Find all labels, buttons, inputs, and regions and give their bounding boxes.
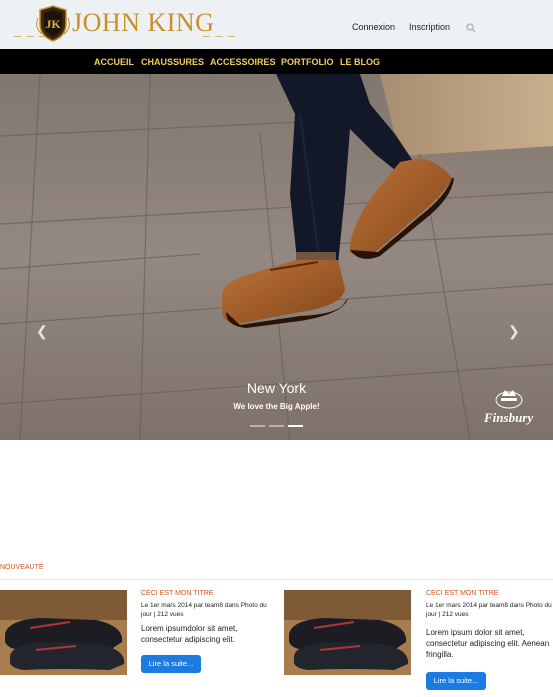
- chevron-left-icon[interactable]: ❮: [36, 323, 48, 340]
- carousel-indicator-2[interactable]: [269, 425, 284, 427]
- brand-crest-icon: [495, 390, 523, 409]
- crest-logo-icon[interactable]: JK: [36, 4, 70, 42]
- hero-subtitle: We love the Big Apple!: [233, 402, 320, 411]
- read-more-button[interactable]: Lire la suite...: [141, 655, 201, 673]
- news-card-title[interactable]: CECI EST MON TITRE: [426, 590, 498, 597]
- carousel-indicator-1[interactable]: [250, 425, 265, 427]
- chevron-right-icon[interactable]: ❯: [508, 323, 520, 340]
- news-card-excerpt: Lorem ipsum dolor sit amet, consectetur …: [426, 628, 550, 659]
- read-more-button[interactable]: Lire la suite...: [426, 672, 486, 690]
- section-label: NOUVEAUTÉ: [0, 564, 44, 571]
- svg-text:JK: JK: [45, 17, 61, 31]
- news-card-meta: Le 1er mars 2014 par team8 dans Photo du…: [141, 602, 267, 618]
- signup-link[interactable]: Inscription: [409, 22, 450, 32]
- search-icon[interactable]: [465, 22, 477, 34]
- logo-text[interactable]: JOHN KING: [72, 8, 214, 38]
- nav-item-accueil[interactable]: ACCUEIL: [94, 57, 134, 67]
- news-card-title[interactable]: CECI EST MON TITRE: [141, 590, 213, 597]
- news-card-excerpt: Lorem ipsumdolor sit amet, consectetur a…: [141, 624, 238, 644]
- news-card-meta: Le 1er mars 2014 par team8 dans Photo du…: [426, 602, 552, 618]
- section-divider: [0, 579, 553, 580]
- hero-title: New York: [246, 380, 307, 396]
- nav-item-accessoires[interactable]: ACCESSOIRES: [210, 57, 276, 67]
- login-link[interactable]: Connexion: [352, 22, 395, 32]
- main-nav: ACCUEIL CHAUSSURES ACCESSOIRES PORTFOLIO…: [0, 49, 553, 74]
- brand-watermark: Finsbury: [484, 410, 534, 425]
- news-card-image[interactable]: [0, 590, 127, 675]
- logo-dashes-right: _ _ _: [203, 24, 236, 39]
- nav-item-portfolio[interactable]: PORTFOLIO: [281, 57, 334, 67]
- carousel-indicator-3[interactable]: [288, 425, 303, 427]
- news-card-image[interactable]: [284, 590, 411, 675]
- site-header: _ _ _ JK JOHN KING _ _ _ Connexion Inscr…: [0, 0, 553, 49]
- nav-item-chaussures[interactable]: CHAUSSURES: [141, 57, 204, 67]
- nav-item-le-blog[interactable]: LE BLOG: [340, 57, 380, 67]
